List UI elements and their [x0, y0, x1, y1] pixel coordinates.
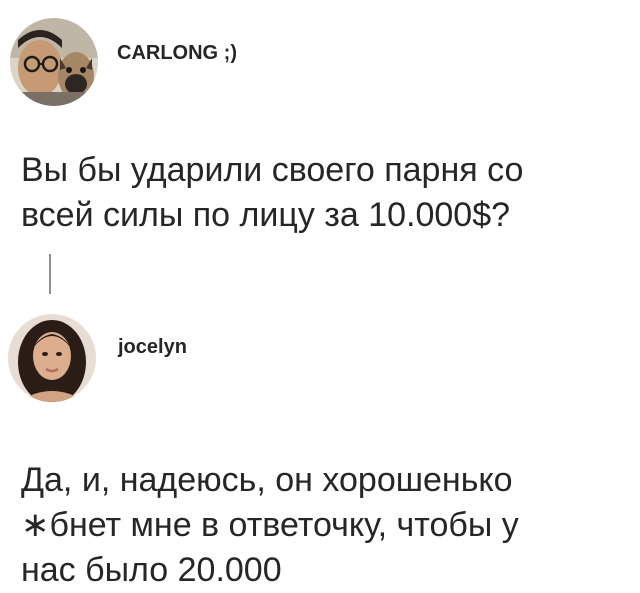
carlong-avatar[interactable] [10, 18, 98, 106]
jocelyn-post-line-1: Да, и, надеюсь, он хорошенько [21, 461, 513, 499]
carlong-username[interactable]: CARLONG ;) [117, 42, 237, 65]
user-avatar-icon [8, 314, 96, 402]
post-carlong: CARLONG ;) Вы бы ударили своего парня со… [0, 0, 640, 240]
jocelyn-username[interactable]: jocelyn [118, 336, 187, 359]
jocelyn-post-line-2: ∗бнет мне в ответочку, чтобы у [21, 506, 519, 544]
jocelyn-post-line-3: нас было 20.000 [21, 551, 282, 589]
thread-connector-line [49, 254, 51, 294]
post-jocelyn: jocelyn Да, и, надеюсь, он хорошенько ∗б… [0, 300, 640, 592]
jocelyn-avatar[interactable] [8, 314, 96, 402]
carlong-post-line-2: всей силы по лицу за 10.000$? [21, 196, 511, 234]
user-with-dog-icon [10, 18, 98, 106]
carlong-post-line-1: Вы бы ударили своего парня со [21, 151, 524, 189]
